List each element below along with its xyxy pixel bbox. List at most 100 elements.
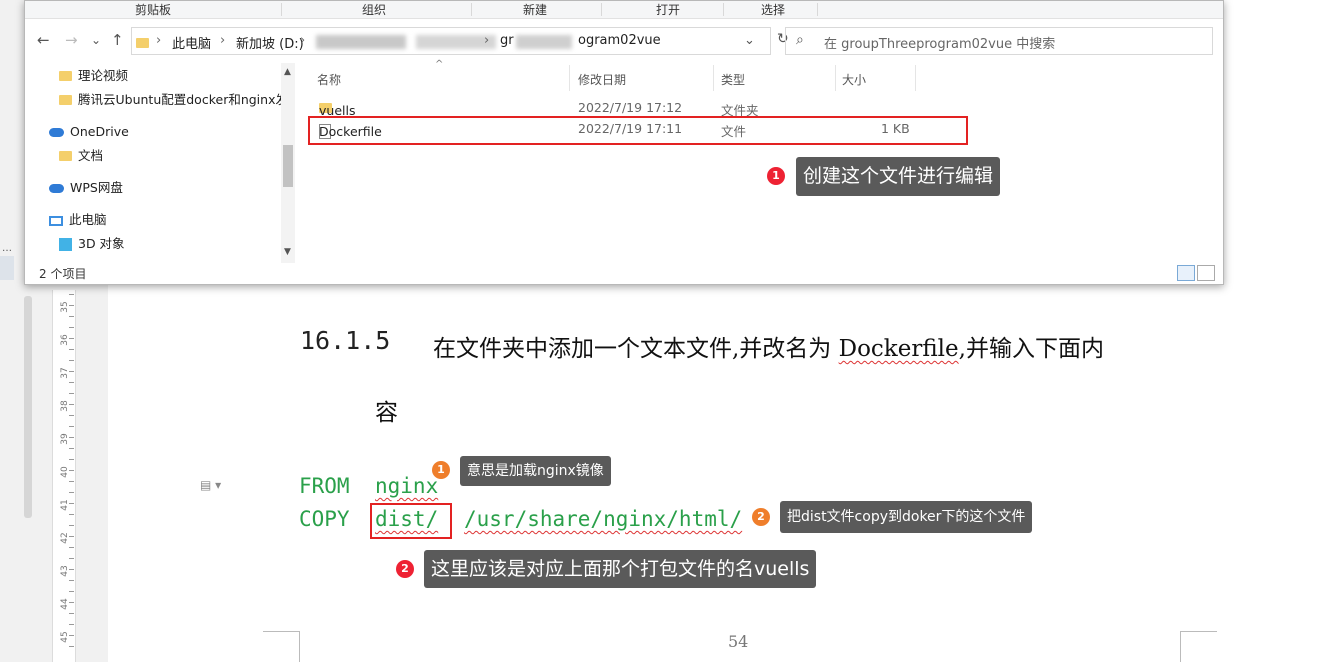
column-size[interactable]: 大小: [842, 71, 866, 88]
ruler-tick: [69, 558, 74, 559]
code-copy-keyword: COPY: [299, 507, 350, 531]
vertical-ruler: 35 36 37 38 39 40 41 42 43 44 45: [52, 290, 76, 662]
ruler-tick: [69, 624, 74, 625]
ruler-tick: [69, 591, 74, 592]
scroll-up-icon[interactable]: ▲: [284, 67, 291, 77]
search-placeholder: 在 groupThreeprogram02vue 中搜索: [824, 37, 1056, 52]
nav-item-wps[interactable]: WPS网盘: [49, 177, 123, 199]
ruler-number: 38: [60, 400, 70, 412]
section-number: 16.1.5: [300, 326, 391, 355]
ruler-tick: [69, 294, 74, 295]
ruler-tick: [69, 382, 74, 383]
ribbon-organize[interactable]: 组织: [362, 1, 386, 18]
ruler-number: 45: [60, 631, 70, 643]
left-panel-more-icon[interactable]: …: [2, 244, 12, 254]
folder-icon: [59, 94, 72, 105]
ruler-tick: [69, 547, 74, 548]
annotation-badge-red-2: 2: [396, 560, 414, 578]
left-panel-selection: [0, 256, 14, 280]
ruler-tick: [69, 602, 74, 603]
ruler-tick: [69, 349, 74, 350]
section-heading-line2: 容: [375, 400, 398, 426]
heading-part1: 在文件夹中添加一个文本文件,并改名为: [433, 336, 839, 362]
heading-part2: ,并输入下面内: [958, 336, 1104, 362]
navigation-pane: 理论视频 腾讯云Ubuntu配置docker和nginx发: OneDrive …: [25, 63, 297, 263]
file-list: ^ 名称 修改日期 类型 大小 vuells 2022/7/19 17:12 文…: [307, 59, 1223, 263]
annotation-badge-orange-1: 1: [432, 461, 450, 479]
nav-scroll-thumb[interactable]: [283, 145, 293, 187]
ruler-tick: [69, 514, 74, 515]
ruler-tick: [69, 426, 74, 427]
address-segment-pc[interactable]: 此电脑: [172, 33, 211, 52]
ribbon-select[interactable]: 选择: [761, 1, 785, 18]
nav-item-tencent[interactable]: 腾讯云Ubuntu配置docker和nginx发:: [59, 89, 292, 111]
ruler-number: 43: [60, 565, 70, 577]
ruler-tick: [69, 360, 74, 361]
page-corner-right: [1180, 631, 1217, 662]
recent-locations-icon[interactable]: ⌄: [91, 33, 101, 47]
ruler-number: 40: [60, 466, 70, 478]
ruler-number: 36: [60, 334, 70, 346]
address-segment-drive[interactable]: 新加坡 (D:): [236, 33, 304, 52]
left-panel-scrollbar[interactable]: [24, 296, 32, 518]
ruler-tick: [69, 437, 74, 438]
ruler-tick: [69, 580, 74, 581]
address-chevron-icon[interactable]: ›: [220, 33, 225, 48]
ribbon-open[interactable]: 打开: [656, 1, 680, 18]
nav-item-this-pc[interactable]: 此电脑: [49, 209, 107, 231]
sort-caret-icon: ^: [435, 59, 444, 70]
ruler-tick: [69, 415, 74, 416]
file-explorer-window: 剪贴板 组织 新建 打开 选择 ← → ⌄ ↑ › 此电脑 › 新加坡 (D:)…: [24, 0, 1224, 285]
ribbon-new[interactable]: 新建: [523, 1, 547, 18]
ruler-tick: [69, 459, 74, 460]
folder-icon: [59, 70, 72, 81]
ruler-tick: [69, 470, 74, 471]
section-heading: 在文件夹中添加一个文本文件,并改名为 Dockerfile,并输入下面内: [433, 329, 1104, 363]
annotation-badge-red-1: 1: [767, 167, 785, 185]
up-arrow-icon[interactable]: ↑: [111, 31, 124, 49]
annotation-tip-red-1: 创建这个文件进行编辑: [796, 157, 1001, 196]
nav-pane-scrollbar[interactable]: ▲ ▼: [281, 63, 295, 263]
ruler-tick: [69, 536, 74, 537]
search-box[interactable]: ⌕ 在 groupThreeprogram02vue 中搜索: [785, 27, 1213, 55]
navigation-bar: ← → ⌄ ↑ › 此电脑 › 新加坡 (D:) › › gr ogram02v…: [25, 19, 1223, 63]
ruler-tick: [69, 448, 74, 449]
address-chevron-icon[interactable]: ›: [156, 33, 161, 48]
address-blurred-segment: [316, 35, 406, 49]
cloud-icon: [49, 128, 64, 137]
annotation-tip-orange-2: 把dist文件copy到doker下的这个文件: [780, 501, 1033, 533]
ruler-tick: [69, 404, 74, 405]
address-chevron-icon[interactable]: ›: [300, 33, 305, 48]
details-view-icon[interactable]: [1177, 265, 1195, 281]
code-from-arg: nginx: [375, 474, 439, 498]
ruler-number: 39: [60, 433, 70, 445]
heading-dockerfile: Dockerfile: [838, 336, 959, 362]
ruler-number: 44: [60, 598, 70, 610]
column-date[interactable]: 修改日期: [578, 71, 626, 88]
search-icon: ⌕: [796, 32, 804, 48]
nav-item-lilun[interactable]: 理论视频: [59, 65, 128, 87]
address-dropdown-icon[interactable]: ⌄: [744, 33, 755, 48]
address-bar[interactable]: › 此电脑 › 新加坡 (D:) › › gr ogram02vue ⌄: [131, 27, 771, 55]
page-number: 54: [728, 632, 749, 651]
annotation-tip-orange-1: 意思是加载nginx镜像: [460, 456, 611, 486]
folder-icon: [59, 150, 72, 161]
forward-arrow-icon[interactable]: →: [65, 31, 78, 49]
paragraph-options-icon[interactable]: ▤ ▾: [200, 478, 221, 492]
large-icons-view-icon[interactable]: [1197, 265, 1215, 281]
file-row[interactable]: vuells 2022/7/19 17:12 文件夹: [307, 97, 967, 118]
ruler-tick: [69, 635, 74, 636]
back-arrow-icon[interactable]: ←: [37, 31, 50, 49]
address-segment-tail[interactable]: gr: [500, 33, 514, 48]
ruler-tick: [69, 316, 74, 317]
nav-item-documents[interactable]: 文档: [59, 145, 103, 167]
dockerfile-highlight-box: [308, 116, 968, 145]
column-type[interactable]: 类型: [721, 71, 745, 88]
ribbon-clipboard[interactable]: 剪贴板: [135, 1, 171, 18]
address-chevron-icon[interactable]: ›: [484, 33, 489, 48]
scroll-down-icon[interactable]: ▼: [284, 247, 291, 257]
address-segment-folder[interactable]: ogram02vue: [578, 33, 661, 48]
column-name[interactable]: 名称: [317, 71, 341, 88]
nav-item-3d-objects[interactable]: 3D 对象: [59, 233, 125, 255]
nav-item-onedrive[interactable]: OneDrive: [49, 121, 129, 143]
